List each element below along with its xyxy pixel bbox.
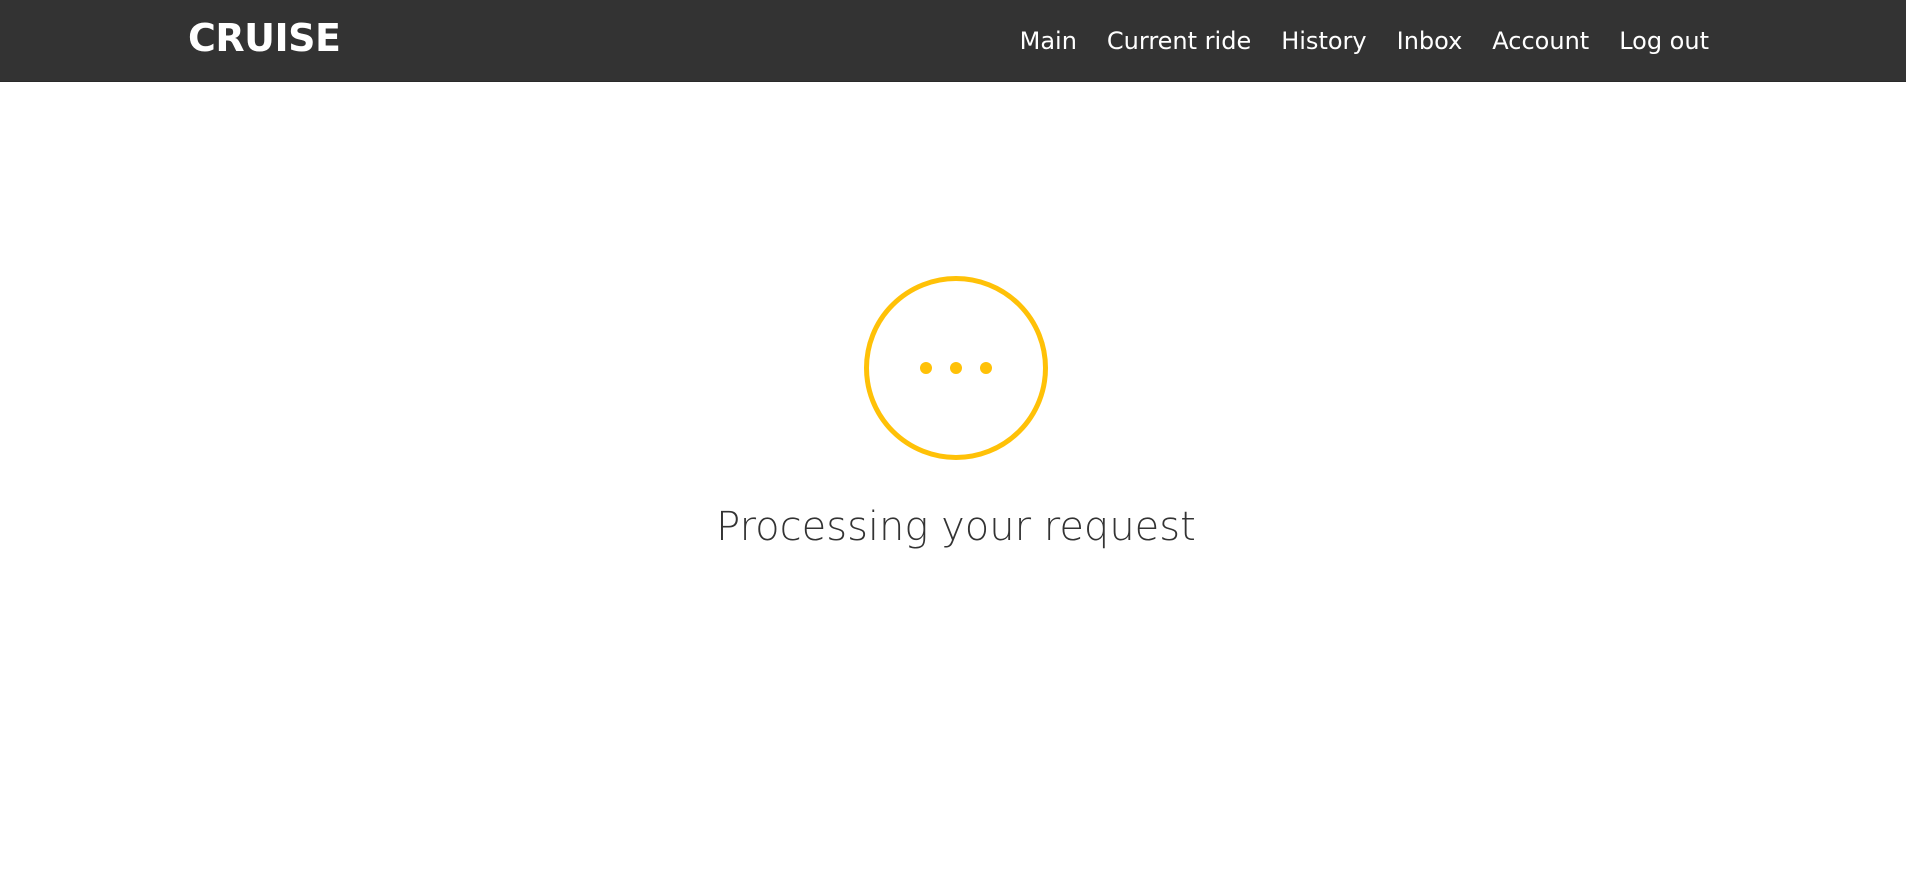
nav-item-inbox[interactable]: Inbox [1397, 26, 1463, 56]
top-navbar: CRUISE Main Current ride History Inbox A… [0, 0, 1906, 82]
ellipsis-circle-icon [863, 275, 1049, 461]
nav-item-history[interactable]: History [1281, 26, 1366, 56]
brand-logo[interactable]: CRUISE [188, 16, 341, 60]
nav-item-main[interactable]: Main [1020, 26, 1077, 56]
main-nav: Main Current ride History Inbox Account … [1020, 0, 1709, 82]
status-message: Processing your request [716, 504, 1196, 550]
nav-item-log-out[interactable]: Log out [1619, 26, 1709, 56]
nav-item-current-ride[interactable]: Current ride [1107, 26, 1251, 56]
main-content: Processing your request [0, 82, 1906, 889]
nav-item-account[interactable]: Account [1492, 26, 1589, 56]
